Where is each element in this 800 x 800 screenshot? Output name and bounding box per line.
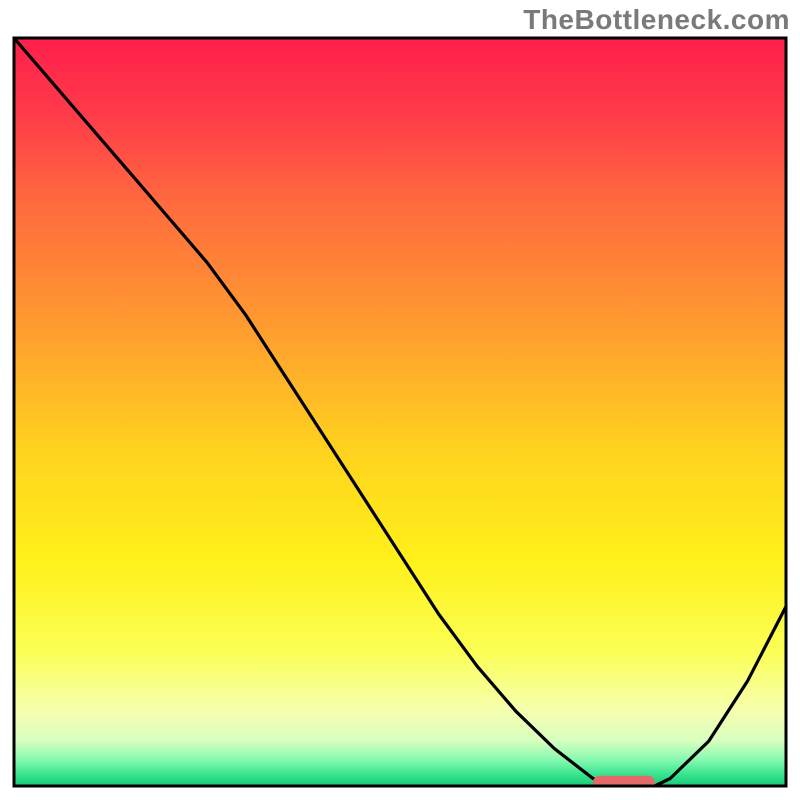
chart-svg [0,0,800,800]
gradient-background [14,38,786,786]
bottleneck-chart: TheBottleneck.com [0,0,800,800]
